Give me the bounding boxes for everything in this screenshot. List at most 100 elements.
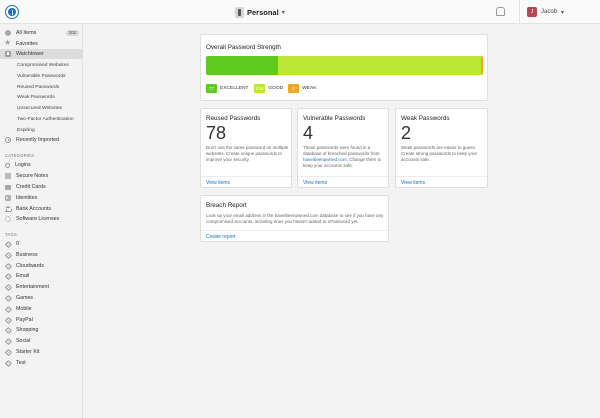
sidebar-item-weak-passwords[interactable]: Weak Passwords xyxy=(0,92,83,102)
sidebar-item-two-factor[interactable]: Two-Factor Authentication xyxy=(0,114,83,124)
sidebar-item-bank-accounts[interactable]: Bank Accounts xyxy=(0,204,83,214)
view-items-link[interactable]: View items xyxy=(303,180,327,186)
credit-card-icon xyxy=(5,184,11,190)
view-items-link[interactable]: View items xyxy=(401,180,425,186)
legend-label: WEAK xyxy=(302,86,317,91)
legend-weak[interactable]: 2 WEAK xyxy=(288,84,317,93)
sidebar-item-label: 0 xyxy=(16,241,19,247)
sidebar-item-label: PayPal xyxy=(16,317,33,323)
view-items-link[interactable]: View items xyxy=(206,180,230,186)
sidebar: All Items 302 Favorites Watchtower Compr… xyxy=(0,24,83,418)
card-description: These passwords were found in a database… xyxy=(303,145,387,169)
reused-count: 78 xyxy=(206,123,227,143)
tag-icon xyxy=(4,348,13,356)
weak-passwords-card: Weak Passwords 2 Weak passwords are easi… xyxy=(395,108,488,188)
sidebar-item-tag[interactable]: Starter Kit xyxy=(0,347,83,357)
sidebar-item-tag[interactable]: Cloudwards xyxy=(0,261,83,271)
card-description: Weak passwords are easier to guess. Crea… xyxy=(401,145,478,162)
vault-name: Personal xyxy=(247,7,279,17)
vulnerable-passwords-card: Vulnerable Passwords 4 These passwords w… xyxy=(297,108,389,188)
breach-report-card: Breach Report Look up your email address… xyxy=(200,195,389,242)
sidebar-item-credit-cards[interactable]: Credit Cards xyxy=(0,182,83,192)
tags-header: TAGS xyxy=(5,232,17,237)
tag-icon xyxy=(4,251,13,259)
note-icon xyxy=(5,173,11,179)
card-title: Weak Passwords xyxy=(401,115,450,122)
account-menu[interactable]: J Jacob ▾ xyxy=(527,5,564,19)
sidebar-item-label: Watchtower xyxy=(16,51,44,57)
tag-icon xyxy=(4,359,13,367)
weak-count: 2 xyxy=(401,123,412,143)
sidebar-item-label: Test xyxy=(16,360,26,366)
sidebar-item-identities[interactable]: Identities xyxy=(0,193,83,203)
sidebar-item-label: All Items xyxy=(16,30,37,36)
sidebar-item-label: Entertainment xyxy=(16,284,49,290)
sidebar-item-all-items[interactable]: All Items 302 xyxy=(0,28,83,38)
strength-legend: 77 EXCELLENT 219 GOOD 2 WEAK xyxy=(206,84,322,93)
tag-icon xyxy=(4,305,13,313)
sidebar-item-label: Expiring xyxy=(17,127,35,133)
sidebar-item-favorites[interactable]: Favorites xyxy=(0,38,83,49)
sidebar-item-tag[interactable]: Shopping xyxy=(0,325,83,335)
legend-good[interactable]: 219 GOOD xyxy=(253,84,283,93)
sidebar-item-tag[interactable]: 0 xyxy=(0,239,83,249)
strength-bar-good[interactable] xyxy=(277,56,482,75)
count-badge: 2 xyxy=(288,84,300,93)
card-description: Don't use the same password on multiple … xyxy=(206,145,289,162)
sidebar-item-recently-imported[interactable]: Recently Imported xyxy=(0,135,83,145)
description-text: These passwords were found in a database… xyxy=(303,145,380,156)
sidebar-item-label: Weak Passwords xyxy=(17,94,55,100)
sidebar-item-reused-passwords[interactable]: Reused Passwords xyxy=(0,82,83,92)
strength-bar xyxy=(206,56,483,75)
vault-switcher[interactable]: Personal ▾ xyxy=(235,5,285,19)
sidebar-item-label: Social xyxy=(16,338,31,344)
sidebar-item-label: Favorites xyxy=(16,41,38,47)
sidebar-item-compromised-websites[interactable]: Compromised Websites xyxy=(0,60,83,70)
tag-icon xyxy=(4,240,13,248)
onepassword-logo-icon[interactable] xyxy=(5,5,19,19)
sidebar-item-tag[interactable]: Games xyxy=(0,293,83,303)
chevron-down-icon: ▾ xyxy=(281,9,285,16)
top-bar: Personal ▾ J Jacob ▾ xyxy=(0,0,600,24)
strength-bar-excellent[interactable] xyxy=(206,56,278,75)
count-badge: 219 xyxy=(253,84,266,93)
tag-icon xyxy=(4,294,13,302)
sidebar-item-vulnerable-passwords[interactable]: Vulnerable Passwords xyxy=(0,71,83,81)
sidebar-item-tag[interactable]: Test xyxy=(0,358,83,368)
sidebar-item-tag[interactable]: Entertainment xyxy=(0,282,83,292)
divider xyxy=(396,176,487,177)
sidebar-item-secure-notes[interactable]: Secure Notes xyxy=(0,171,83,181)
identity-icon xyxy=(5,195,11,201)
card-title: Vulnerable Passwords xyxy=(303,115,366,122)
sidebar-item-tag[interactable]: Email xyxy=(0,271,83,281)
sidebar-item-watchtower[interactable]: Watchtower xyxy=(0,49,83,59)
sidebar-item-label: Software Licenses xyxy=(16,216,60,222)
tag-icon xyxy=(4,337,13,345)
sidebar-item-tag[interactable]: PayPal xyxy=(0,315,83,325)
sidebar-item-tag[interactable]: Mobile xyxy=(0,304,83,314)
sidebar-item-software-licenses[interactable]: Software Licenses xyxy=(0,214,83,224)
tag-icon xyxy=(4,283,13,291)
vault-icon xyxy=(235,6,244,18)
card-title: Overall Password Strength xyxy=(206,44,281,51)
divider xyxy=(201,176,291,177)
sidebar-item-tag[interactable]: Social xyxy=(0,336,83,346)
divider xyxy=(201,230,388,231)
sidebar-item-label: Business xyxy=(16,252,38,258)
chevron-down-icon: ▾ xyxy=(561,9,565,16)
haveibeenpwned-link[interactable]: haveibeenpwned.com xyxy=(303,157,347,162)
notification-bell-icon[interactable] xyxy=(496,7,505,16)
legend-label: EXCELLENT xyxy=(220,86,249,91)
sidebar-item-unsecured-websites[interactable]: Unsecured Websites xyxy=(0,103,83,113)
sidebar-item-label: Unsecured Websites xyxy=(17,105,63,111)
sidebar-item-label: Email xyxy=(16,273,30,279)
strength-bar-weak[interactable] xyxy=(481,56,483,75)
sidebar-item-label: Reused Passwords xyxy=(17,84,60,90)
create-report-link[interactable]: Create report xyxy=(206,234,235,240)
sidebar-item-tag[interactable]: Business xyxy=(0,250,83,260)
legend-excellent[interactable]: 77 EXCELLENT xyxy=(206,84,249,93)
sidebar-item-label: Two-Factor Authentication xyxy=(17,116,74,122)
sidebar-item-expiring[interactable]: Expiring xyxy=(0,125,83,135)
sidebar-item-logins[interactable]: Logins xyxy=(0,160,83,170)
clock-icon xyxy=(5,137,11,143)
